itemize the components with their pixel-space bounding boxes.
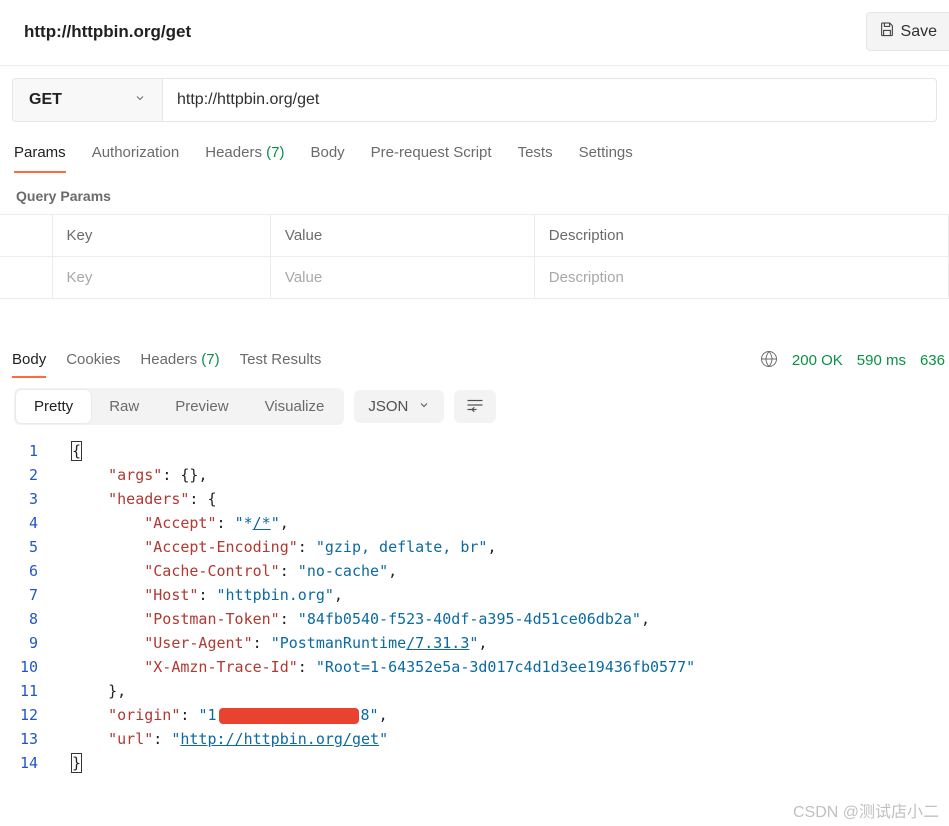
query-params-title: Query Params xyxy=(0,174,949,214)
tab-settings[interactable]: Settings xyxy=(579,134,633,173)
col-value: Value xyxy=(270,215,534,257)
status-code: 200 OK xyxy=(792,352,843,369)
request-title: http://httpbin.org/get xyxy=(24,22,191,42)
col-desc: Description xyxy=(534,215,948,257)
response-body[interactable]: 1{ 2 "args": {}, 3 "headers": { 4 "Accep… xyxy=(0,435,949,783)
resp-tab-headers[interactable]: Headers (7) xyxy=(140,343,219,378)
watermark: CSDN @测试店小二 xyxy=(793,798,939,822)
chevron-down-icon xyxy=(134,91,146,109)
url-input[interactable] xyxy=(162,78,937,122)
format-select[interactable]: JSON xyxy=(354,390,444,423)
response-time: 590 ms xyxy=(857,352,906,369)
view-raw[interactable]: Raw xyxy=(91,390,157,423)
tab-authorization[interactable]: Authorization xyxy=(92,134,180,173)
save-icon xyxy=(879,21,895,42)
wrap-lines-button[interactable] xyxy=(454,390,496,423)
method-value: GET xyxy=(29,91,62,109)
query-params-table: Key Value Description Key Value Descript… xyxy=(0,214,949,299)
table-row[interactable]: Key Value Description xyxy=(0,257,949,299)
view-preview[interactable]: Preview xyxy=(157,390,246,423)
resp-tab-cookies[interactable]: Cookies xyxy=(66,343,120,378)
response-size: 636 xyxy=(920,352,945,369)
view-mode-segment: Pretty Raw Preview Visualize xyxy=(14,388,344,425)
resp-tab-body[interactable]: Body xyxy=(12,343,46,378)
tab-prerequest[interactable]: Pre-request Script xyxy=(371,134,492,173)
tab-tests[interactable]: Tests xyxy=(518,134,553,173)
save-label: Save xyxy=(901,23,937,41)
tab-body[interactable]: Body xyxy=(310,134,344,173)
value-cell[interactable]: Value xyxy=(270,257,534,299)
tab-headers[interactable]: Headers (7) xyxy=(205,134,284,173)
tab-params[interactable]: Params xyxy=(14,134,66,173)
desc-cell[interactable]: Description xyxy=(534,257,948,299)
chevron-down-icon xyxy=(418,398,430,415)
key-cell[interactable]: Key xyxy=(52,257,270,299)
method-select[interactable]: GET xyxy=(12,78,162,122)
redacted-ip xyxy=(219,708,359,724)
view-pretty[interactable]: Pretty xyxy=(16,390,91,423)
col-key: Key xyxy=(52,215,270,257)
view-visualize[interactable]: Visualize xyxy=(247,390,343,423)
globe-icon[interactable] xyxy=(760,350,778,372)
save-button[interactable]: Save xyxy=(866,12,949,51)
resp-tab-tests[interactable]: Test Results xyxy=(240,343,322,378)
